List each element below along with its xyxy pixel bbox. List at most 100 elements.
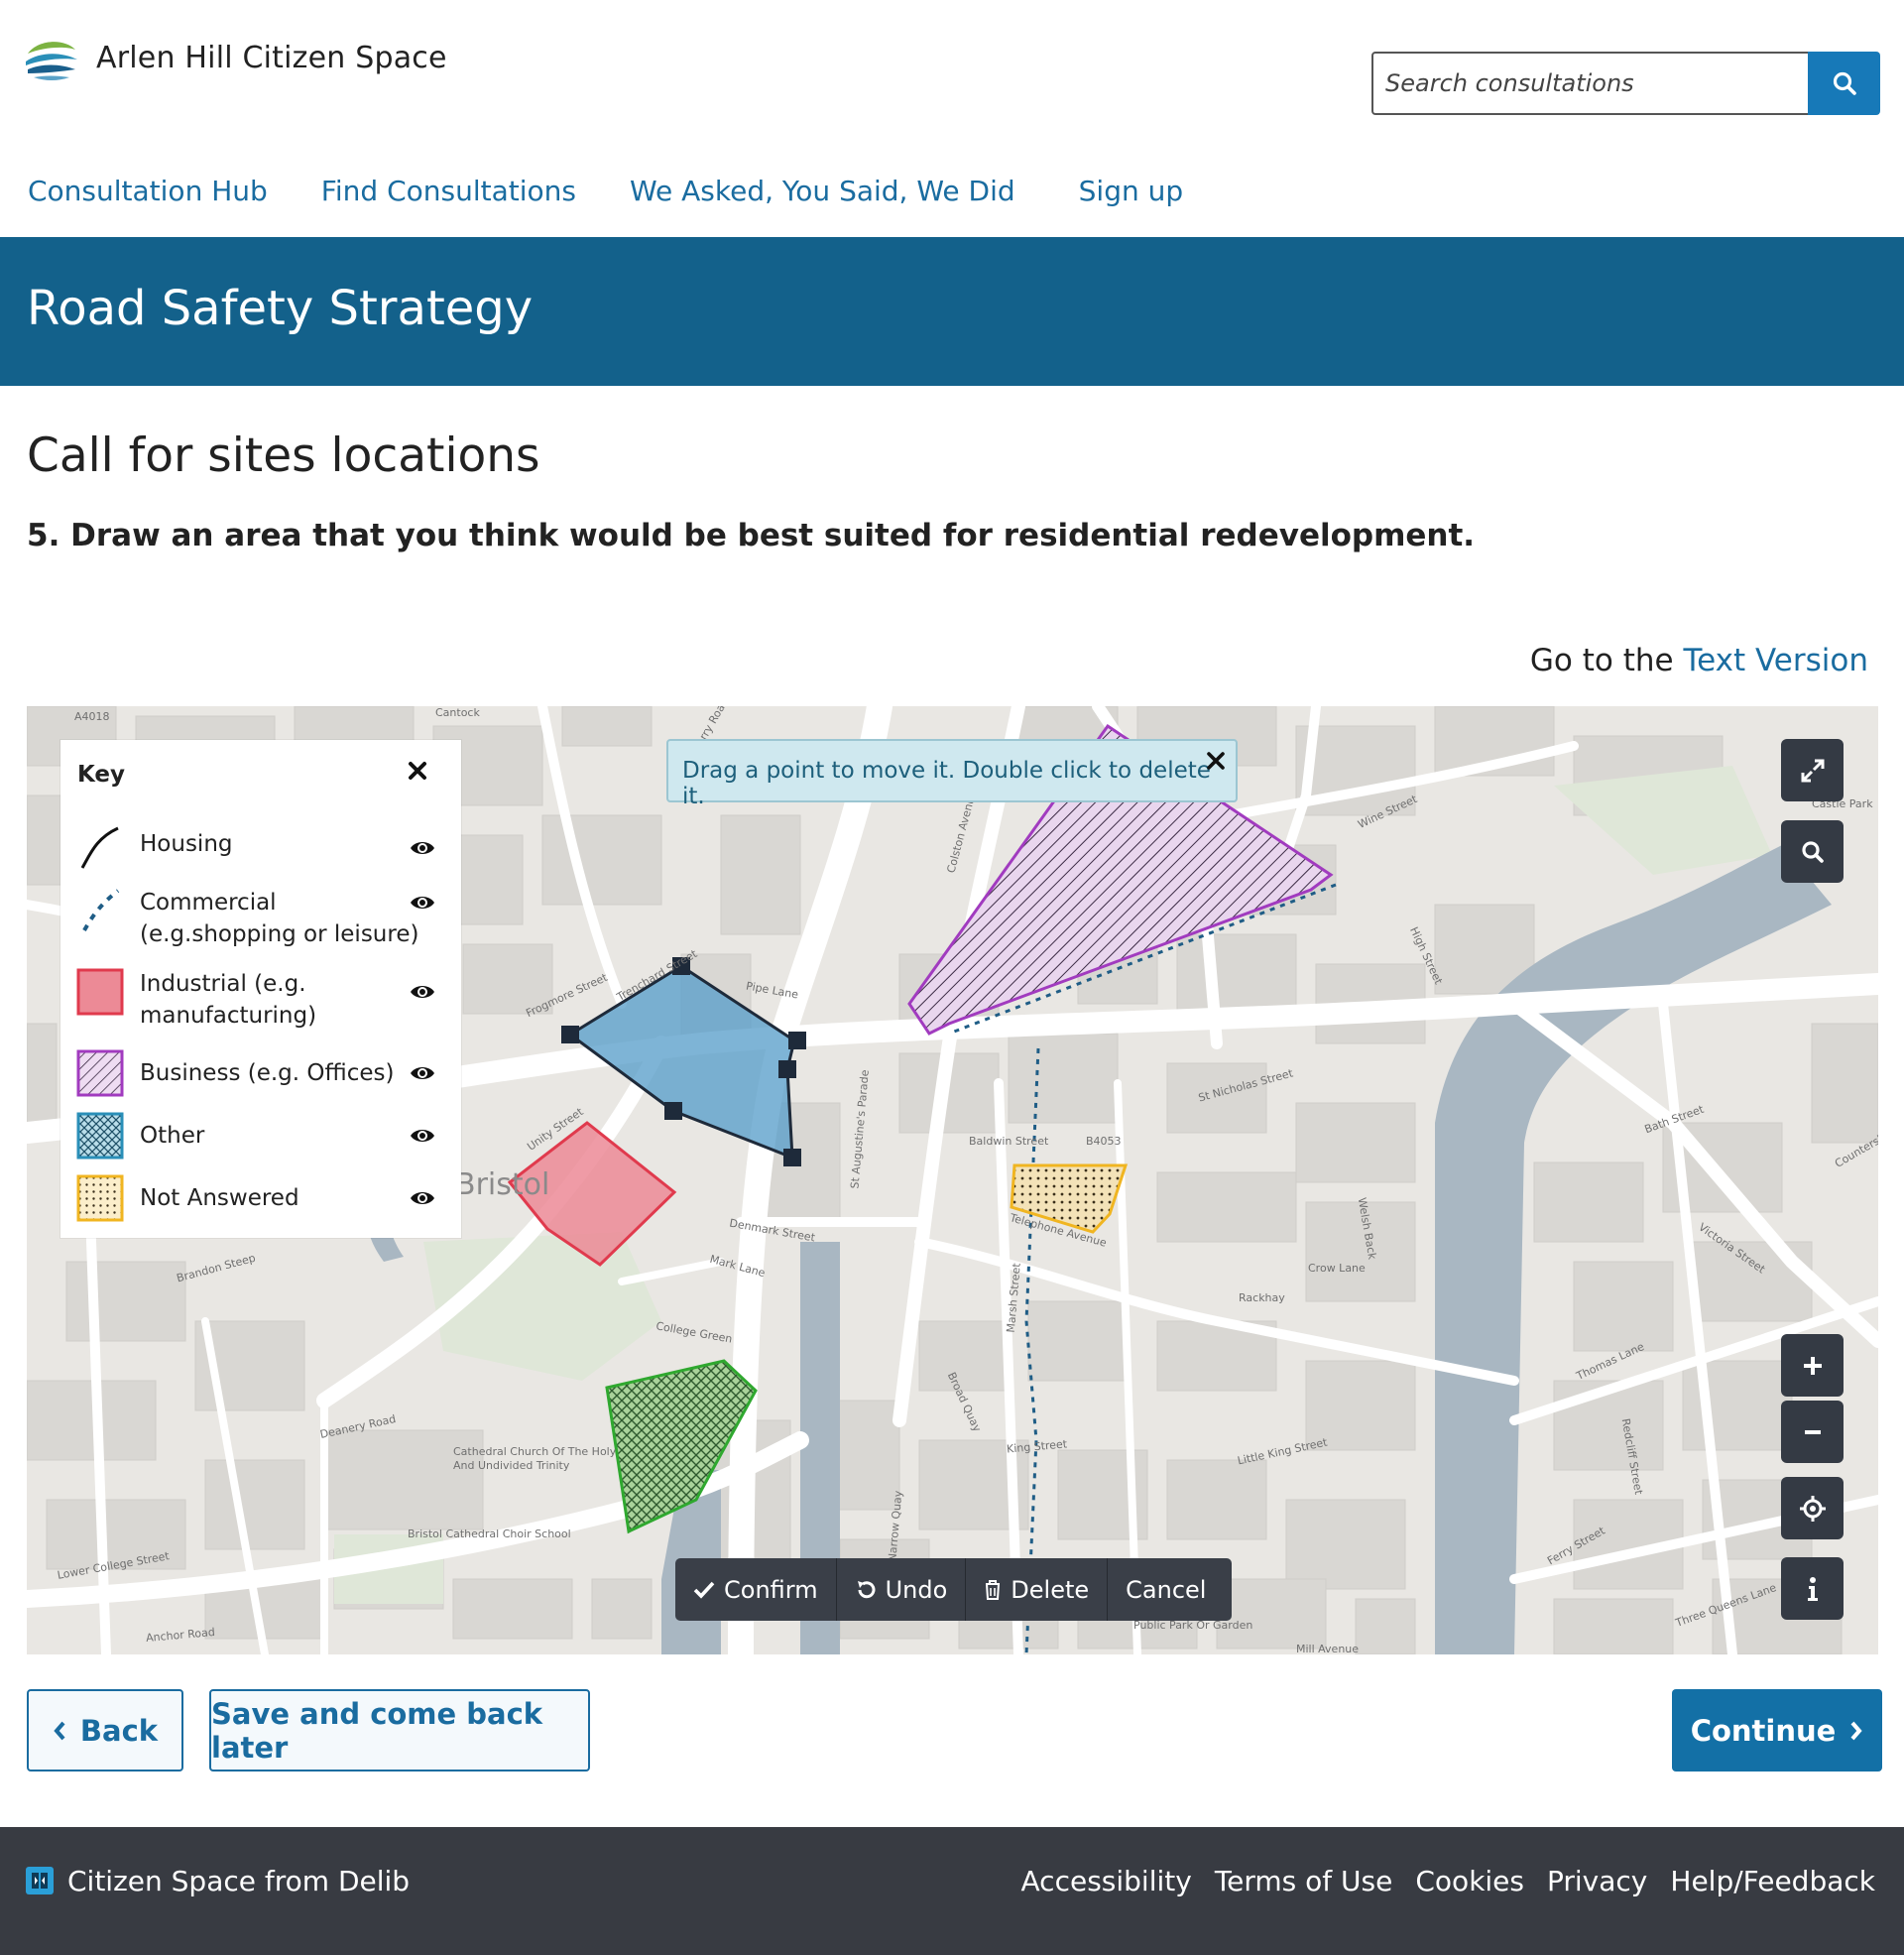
map-label-cathedral: Cathedral Church Of The Holy And Undivid…: [453, 1445, 617, 1472]
save-label: Save and come back later: [211, 1696, 543, 1765]
zoom-out-icon: [1804, 1429, 1821, 1434]
dashed-line-icon: [82, 889, 120, 931]
nav-consultation-hub[interactable]: Consultation Hub: [28, 175, 268, 207]
key-item-label: Commercial (e.g.shopping or leisure): [140, 890, 419, 947]
site-footer: Citizen Space from Delib Accessibility T…: [0, 1827, 1904, 1955]
chevron-right-icon: [1850, 1721, 1862, 1740]
cancel-label: Cancel: [1126, 1575, 1207, 1604]
footer-link-cookies[interactable]: Cookies: [1415, 1865, 1524, 1897]
eye-icon[interactable]: [409, 982, 436, 1002]
map-label-bristol: Bristol: [455, 1167, 550, 1202]
search-icon: [1801, 840, 1824, 863]
key-item-housing: Housing: [76, 824, 453, 874]
undo-button[interactable]: Undo: [837, 1558, 967, 1621]
key-title: Key: [77, 762, 126, 788]
map-canvas[interactable]: A4018 Cantock Perry Road Frogmore Street…: [27, 706, 1878, 1654]
zoom-out-button[interactable]: [1781, 1401, 1844, 1463]
search-button[interactable]: [1808, 52, 1880, 115]
nav-find-consultations[interactable]: Find Consultations: [321, 175, 576, 207]
text-version-link[interactable]: Text Version: [1683, 643, 1868, 678]
drawing-toolbar: Confirm Undo Delete Cancel: [675, 1558, 1232, 1621]
map-search-button[interactable]: [1781, 820, 1844, 883]
site-name[interactable]: Arlen Hill Citizen Space: [96, 41, 447, 75]
search-field[interactable]: [1371, 52, 1810, 115]
continue-label: Continue: [1690, 1713, 1837, 1748]
key-item-label: Not Answered: [140, 1185, 299, 1211]
key-item-label: Other: [140, 1123, 205, 1149]
confirm-button[interactable]: Confirm: [675, 1558, 837, 1621]
footer-links: Accessibility Terms of Use Cookies Priva…: [999, 1865, 1875, 1897]
eye-icon[interactable]: [409, 838, 436, 858]
eye-icon[interactable]: [409, 893, 436, 913]
key-item-label: Industrial (e.g. manufacturing): [140, 971, 317, 1029]
key-item-other: Other: [76, 1112, 453, 1161]
save-later-button[interactable]: Save and come back later: [209, 1689, 590, 1772]
map-label: Crow Lane: [1308, 1262, 1366, 1275]
confirm-label: Confirm: [724, 1575, 818, 1604]
footer-link-privacy[interactable]: Privacy: [1547, 1865, 1647, 1897]
check-icon: [693, 1581, 715, 1599]
key-item-business: Business (e.g. Offices): [76, 1049, 453, 1099]
map-label: A4018: [74, 710, 110, 723]
solid-line-icon: [80, 826, 119, 869]
footer-link-accessibility[interactable]: Accessibility: [1021, 1865, 1192, 1897]
delete-button[interactable]: Delete: [966, 1558, 1109, 1621]
nav-we-asked[interactable]: We Asked, You Said, We Did: [630, 175, 1015, 207]
site-header: Arlen Hill Citizen Space Consultation Hu…: [0, 0, 1904, 237]
question-text: 5. Draw an area that you think would be …: [27, 518, 1476, 553]
continue-button[interactable]: Continue: [1672, 1689, 1882, 1772]
key-item-label: Business (e.g. Offices): [140, 1060, 395, 1086]
page-title: Call for sites locations: [27, 428, 540, 483]
undo-label: Undo: [885, 1575, 948, 1604]
map-label: Cantock: [435, 706, 480, 719]
fullscreen-button[interactable]: [1781, 739, 1844, 801]
delib-logo-icon: [26, 1867, 54, 1894]
eye-icon[interactable]: [409, 1126, 436, 1146]
text-version-prefix: Go to the: [1529, 643, 1674, 678]
close-icon[interactable]: [1204, 749, 1228, 773]
red-fill-swatch-icon: [76, 968, 124, 1016]
dots-swatch-icon: [76, 1174, 124, 1222]
edit-tooltip: Drag a point to move it. Double click to…: [666, 739, 1238, 809]
map-label: Baldwin Street: [969, 1135, 1049, 1148]
text-version-line: Go to the Text Version: [1530, 643, 1868, 678]
undo-icon: [857, 1580, 876, 1598]
back-label: Back: [79, 1713, 159, 1748]
footer-link-terms[interactable]: Terms of Use: [1215, 1865, 1393, 1897]
consultation-title: Road Safety Strategy: [27, 281, 534, 336]
cancel-button[interactable]: Cancel: [1108, 1558, 1224, 1621]
main-nav: Consultation Hub Find Consultations We A…: [28, 175, 1237, 207]
eye-icon[interactable]: [409, 1063, 436, 1083]
info-icon: [1807, 1576, 1818, 1601]
map-label: Mill Avenue: [1296, 1643, 1360, 1654]
zoom-in-icon: [1803, 1356, 1822, 1375]
consultation-banner: Road Safety Strategy: [0, 237, 1904, 386]
tooltip-text: Drag a point to move it. Double click to…: [682, 758, 1211, 809]
wave-logo-icon[interactable]: [24, 32, 79, 87]
search-input[interactable]: [1373, 54, 1808, 113]
delete-label: Delete: [1011, 1575, 1090, 1604]
chevron-left-icon: [54, 1721, 65, 1740]
key-item-label: Housing: [140, 831, 233, 857]
key-item-not-answered: Not Answered: [76, 1174, 453, 1224]
key-item-industrial: Industrial (e.g. manufacturing): [76, 968, 453, 1029]
map-label: Bristol Cathedral Choir School: [408, 1527, 571, 1540]
map-key-panel: Key Housing Commercial (e.g.shopping or …: [60, 740, 461, 1238]
footer-brand[interactable]: Citizen Space from Delib: [67, 1865, 410, 1897]
diagonal-hatch-swatch-icon: [76, 1049, 124, 1097]
footer-link-help[interactable]: Help/Feedback: [1670, 1865, 1875, 1897]
trash-icon: [986, 1579, 1001, 1600]
fullscreen-icon: [1801, 759, 1824, 782]
locate-icon: [1799, 1495, 1826, 1522]
back-button[interactable]: Back: [27, 1689, 183, 1772]
locate-button[interactable]: [1781, 1477, 1844, 1539]
map-label: B4053: [1086, 1135, 1122, 1148]
nav-sign-up[interactable]: Sign up: [1079, 175, 1184, 207]
eye-icon[interactable]: [409, 1188, 436, 1208]
close-icon[interactable]: [403, 756, 432, 786]
zoom-in-button[interactable]: [1781, 1334, 1844, 1397]
info-button[interactable]: [1781, 1557, 1844, 1620]
cross-hatch-swatch-icon: [76, 1112, 124, 1160]
map-label: Rackhay: [1239, 1291, 1285, 1304]
search-icon: [1833, 71, 1856, 95]
